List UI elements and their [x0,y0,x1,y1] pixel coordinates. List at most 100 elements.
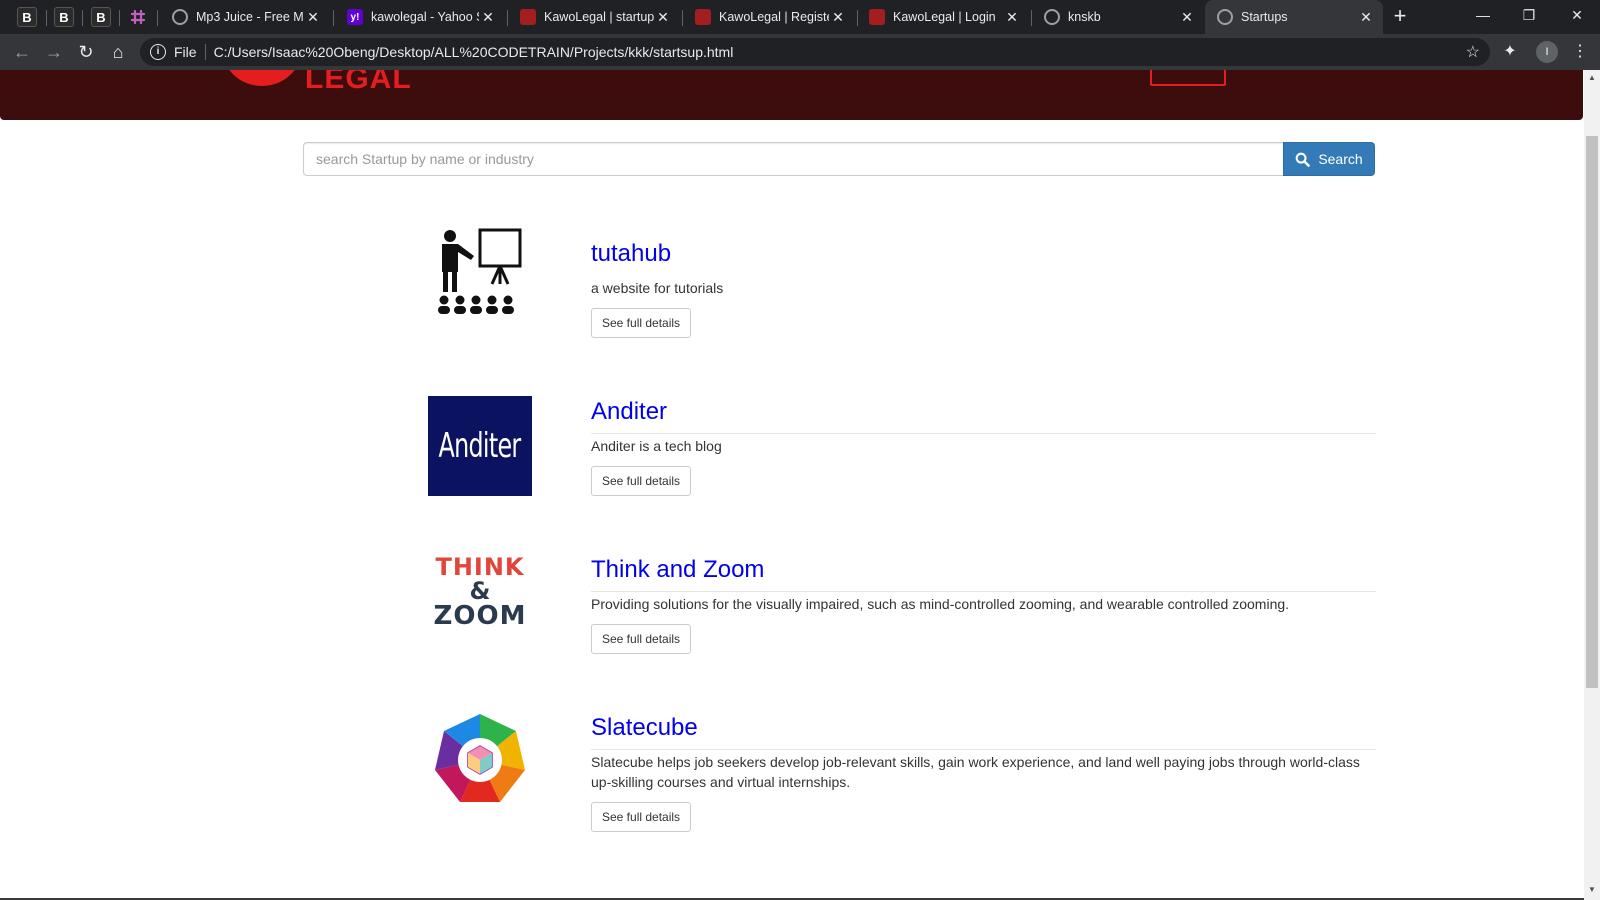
startup-name[interactable]: Think and Zoom [591,556,1376,584]
see-full-details-button[interactable]: See full details [591,308,692,338]
close-tab-icon[interactable]: ✕ [1178,9,1196,26]
browser-tab[interactable]: KawoLegal | Login ✕ [857,0,1029,34]
logo-line-zoom: ZOOM [433,601,527,631]
startup-name[interactable]: Slatecube [591,714,1376,742]
presentation-icon [428,224,532,328]
header-button[interactable] [1150,70,1226,86]
minimize-button[interactable]: — [1460,0,1506,30]
vertical-scrollbar[interactable]: ▲ ▼ [1584,70,1600,900]
menu-icon[interactable]: ⋮ [1570,42,1590,62]
see-full-details-button[interactable]: See full details [591,802,692,832]
tab-separator [82,10,83,26]
pinned-tab-label: B [22,9,32,25]
close-tab-icon[interactable]: ✕ [1003,9,1021,26]
kawolegal-logo-text[interactable]: LEGAL [305,70,412,96]
tab-separator [157,10,158,26]
tab-title: KawoLegal | startups [544,10,654,24]
browser-tab-active[interactable]: Startups ✕ [1205,0,1383,34]
close-tab-icon[interactable]: ✕ [829,9,847,26]
globe-icon [1044,9,1060,25]
browser-tab[interactable]: y! kawolegal - Yahoo Se ✕ [335,0,505,34]
slack-icon [130,9,146,25]
startup-description: Anditer is a tech blog [591,438,722,454]
kawolegal-icon [520,9,536,25]
pinned-tab-bootstrap[interactable]: B [91,7,111,27]
tab-title: knskb [1068,10,1101,24]
startup-body: Slatecube Slatecube helps job seekers de… [591,698,1376,832]
pinned-tab-slack[interactable] [128,7,148,27]
browser-tab[interactable]: knskb ✕ [1032,0,1204,34]
omnibox-separator [204,44,206,60]
tab-title: KawoLegal | Register [719,10,829,24]
scroll-down-icon[interactable]: ▼ [1584,882,1600,898]
scrollbar-thumb[interactable] [1586,136,1598,688]
home-button[interactable]: ⌂ [106,40,130,64]
startup-description: Slatecube helps job seekers develop job-… [591,754,1360,790]
close-tab-icon[interactable]: ✕ [304,9,322,26]
startup-body: tutahub a website for tutorials See full… [591,224,1376,338]
search-icon [1295,152,1311,167]
pinned-tab-bootstrap[interactable]: B [17,7,37,27]
page-viewport: LEGAL Search [0,70,1584,900]
tab-title: Startups [1241,10,1288,24]
search-input[interactable] [303,142,1283,176]
profile-avatar[interactable]: I [1536,41,1558,63]
yahoo-icon: y! [347,9,363,25]
address-bar[interactable]: i File C:/Users/Isaac%20Obeng/Desktop/AL… [140,38,1490,66]
startup-item: tutahub a website for tutorials See full… [428,224,1376,434]
search-button-label: Search [1318,151,1363,167]
startup-body: Think and Zoom Providing solutions for t… [591,540,1376,654]
startup-search-form: Search [303,142,1375,176]
close-tab-icon[interactable]: ✕ [654,9,672,26]
extensions-icon[interactable]: ✦ [1500,42,1520,62]
browser-tab-strip: B B B Mp3 Juice - Free Mp ✕ y! kawolegal… [0,0,1600,34]
url-text[interactable]: C:/Users/Isaac%20Obeng/Desktop/ALL%20COD… [214,44,734,60]
url-scheme: File [174,44,197,60]
globe-icon [1217,9,1233,25]
bookmark-star-icon[interactable]: ☆ [1466,42,1480,62]
see-full-details-button[interactable]: See full details [591,466,692,496]
tab-separator [119,10,120,26]
startup-item: Anditer Anditer Anditer is a tech blog S… [428,382,1376,592]
browser-toolbar: ← → ↻ ⌂ i File C:/Users/Isaac%20Obeng/De… [0,34,1600,70]
tab-title: kawolegal - Yahoo Se [371,10,479,24]
browser-tab[interactable]: Mp3 Juice - Free Mp ✕ [160,0,330,34]
logo-line-think: THINK [435,553,525,581]
browser-tab[interactable]: KawoLegal | startups ✕ [508,0,680,34]
logo-line-ampersand: & [469,577,491,605]
think-and-zoom-logo: THINK & ZOOM [428,540,532,644]
startup-item: THINK & ZOOM Think and Zoom Providing so… [428,540,1376,750]
new-tab-button[interactable]: + [1388,4,1412,28]
pinned-tab-bootstrap[interactable]: B [54,7,74,27]
kawolegal-logo-mark[interactable] [222,70,302,86]
anditer-logo: Anditer [428,396,532,496]
tab-title: KawoLegal | Login [893,10,996,24]
close-tab-icon[interactable]: ✕ [479,9,497,26]
close-tab-icon[interactable]: ✕ [1357,9,1375,26]
browser-tab[interactable]: KawoLegal | Register ✕ [683,0,855,34]
site-info-icon[interactable]: i [150,44,166,60]
startup-description: Providing solutions for the visually imp… [591,596,1290,612]
startup-item: Slatecube Slatecube helps job seekers de… [428,698,1376,858]
forward-button[interactable]: → [42,40,66,64]
startup-name[interactable]: Anditer [591,398,1376,426]
search-button[interactable]: Search [1283,142,1375,176]
kawolegal-icon [869,9,885,25]
see-full-details-button[interactable]: See full details [591,624,692,654]
tab-separator [333,10,334,26]
pinned-tab-label: B [96,9,106,25]
back-button[interactable]: ← [10,40,34,64]
site-header: LEGAL [0,70,1583,120]
tab-separator [46,10,47,26]
restore-button[interactable]: ❐ [1506,0,1552,30]
scroll-up-icon[interactable]: ▲ [1584,70,1600,86]
startup-name[interactable]: tutahub [591,240,1376,268]
pinned-tab-label: B [59,9,69,25]
tab-title: Mp3 Juice - Free Mp [196,10,304,24]
slatecube-logo [428,708,532,812]
startup-description: a website for tutorials [591,280,724,296]
reload-button[interactable]: ↻ [74,40,98,64]
globe-icon [172,9,188,25]
anditer-logo-text: Anditer [439,426,522,466]
close-window-button[interactable]: ✕ [1554,0,1600,30]
